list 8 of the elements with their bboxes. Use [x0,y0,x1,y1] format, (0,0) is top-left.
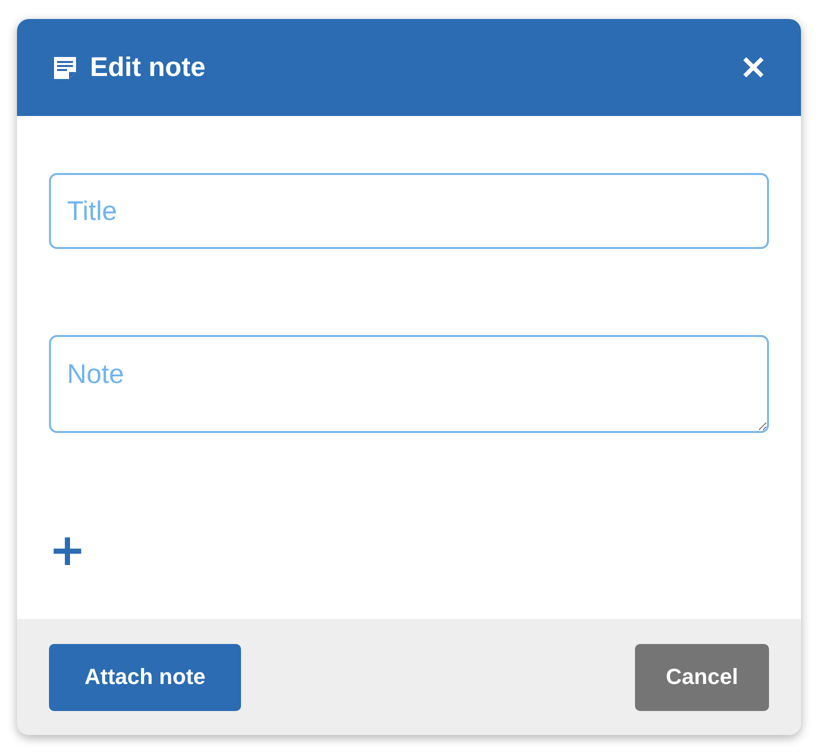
note-icon [52,54,78,80]
title-field[interactable]: Title [49,173,769,249]
dialog-title: Edit note [90,52,206,83]
add-button[interactable]: + [49,529,86,573]
cancel-button[interactable]: Cancel [635,644,769,710]
attach-note-button[interactable]: Attach note [49,644,241,710]
note-field[interactable]: Note [49,335,769,433]
close-button[interactable]: ✕ [740,48,767,86]
